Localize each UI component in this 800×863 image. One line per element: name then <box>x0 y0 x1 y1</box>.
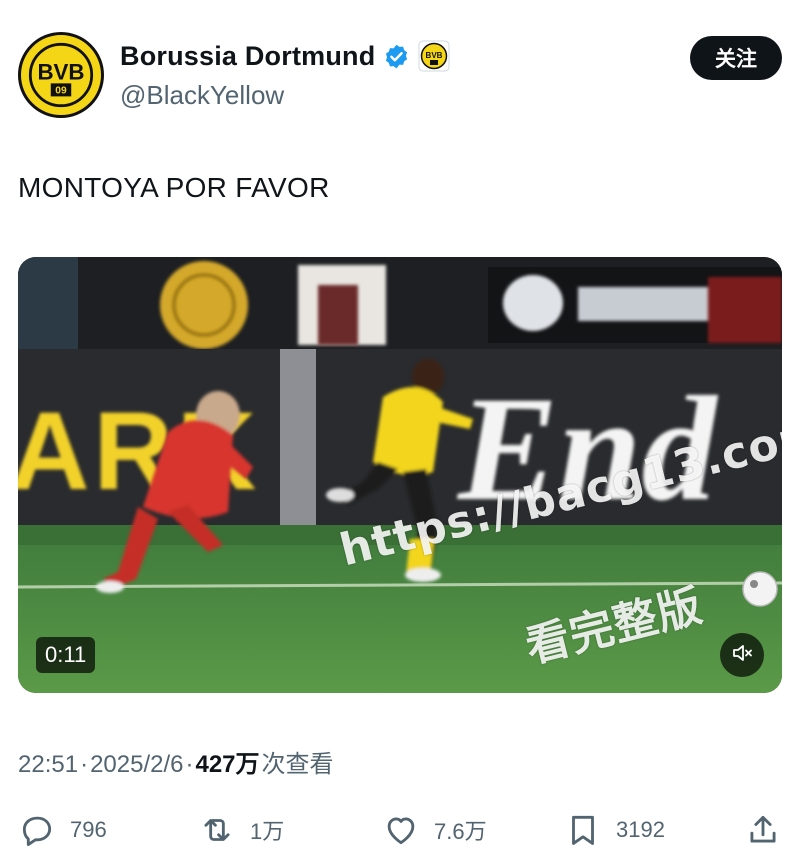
svg-text:BVB: BVB <box>37 60 84 85</box>
name-row: Borussia Dortmund BVB <box>120 40 450 72</box>
tweet-date[interactable]: 2025/2/6 <box>90 751 183 779</box>
tweet-meta: 22:51 · 2025/2/6 · 427万 次查看 <box>18 744 334 779</box>
meta-separator: · <box>185 751 194 778</box>
retweet-icon <box>198 811 236 849</box>
speaker-muted-icon <box>730 641 754 670</box>
mute-toggle-button[interactable] <box>720 633 764 677</box>
bvb-crest-icon: BVB <box>418 40 450 72</box>
bvb-crest-logo: BVB 09 <box>23 37 99 113</box>
share-button[interactable] <box>744 808 782 852</box>
reply-count: 796 <box>70 817 107 842</box>
video-player[interactable]: ARK End https://bacg13.com 看完整版 0:11 <box>18 257 782 693</box>
like-button[interactable]: 7.6万 <box>382 808 487 852</box>
heart-icon <box>382 811 420 849</box>
view-count-label: 次查看 <box>261 751 334 778</box>
bookmark-button[interactable]: 3192 <box>564 808 665 852</box>
follow-button[interactable]: 关注 <box>690 36 782 80</box>
reply-button[interactable]: 796 <box>18 808 107 852</box>
tweet-action-bar: 796 1万 7.6万 3192 <box>18 808 782 852</box>
view-count: 427万 <box>195 751 260 778</box>
retweet-count: 1万 <box>250 819 285 844</box>
bookmark-count: 3192 <box>616 817 665 842</box>
svg-text:09: 09 <box>55 86 67 97</box>
account-handle[interactable]: @BlackYellow <box>120 80 284 111</box>
display-name[interactable]: Borussia Dortmund <box>120 41 375 72</box>
tweet-text: MONTOYA POR FAVOR <box>18 172 330 203</box>
reply-icon <box>18 811 56 849</box>
tweet-header: BVB 09 Borussia Dortmund BVB @BlackYello… <box>18 32 782 122</box>
verified-check-icon <box>383 43 410 70</box>
svg-text:BVB: BVB <box>426 51 443 60</box>
avatar[interactable]: BVB 09 <box>18 32 104 118</box>
bookmark-icon <box>564 811 602 849</box>
video-duration-badge: 0:11 <box>36 637 96 673</box>
tweet-time[interactable]: 22:51 <box>18 751 78 779</box>
meta-separator: · <box>80 751 89 778</box>
share-icon <box>744 811 782 849</box>
retweet-button[interactable]: 1万 <box>198 808 284 852</box>
like-count: 7.6万 <box>434 819 487 844</box>
